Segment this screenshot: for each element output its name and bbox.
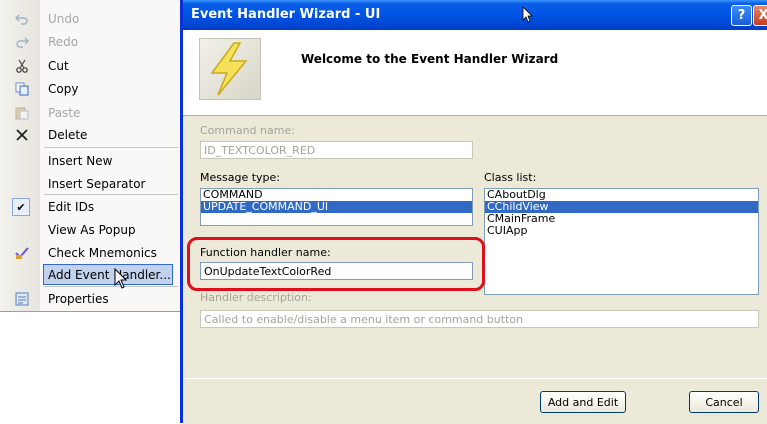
command-name-label: Command name:: [200, 124, 295, 137]
list-item[interactable]: CUIApp: [485, 225, 758, 237]
help-button[interactable]: ?: [731, 5, 752, 26]
menu-item-insert-new[interactable]: Insert New: [0, 150, 180, 172]
menu-item-label: Undo: [48, 12, 80, 26]
menu-separator: [44, 194, 178, 195]
redo-icon: [14, 34, 30, 50]
menu-separator: [44, 147, 178, 148]
menu-item-paste[interactable]: Paste: [0, 102, 180, 124]
add-and-edit-button[interactable]: Add and Edit: [540, 391, 626, 413]
checkmark-icon: ✔: [12, 198, 30, 216]
copy-icon: [14, 81, 30, 97]
delete-x-icon: [14, 127, 30, 143]
menu-item-undo[interactable]: Undo: [0, 8, 180, 30]
title-bar[interactable]: Event Handler Wizard - UI ? X: [183, 0, 767, 30]
undo-icon: [14, 11, 30, 27]
menu-item-cut[interactable]: Cut: [0, 55, 180, 77]
menu-item-check-mnemonics[interactable]: Check Mnemonics: [0, 242, 180, 264]
banner-title: Welcome to the Event Handler Wizard: [301, 52, 559, 66]
menu-item-label: Add Event Handler...: [48, 268, 171, 282]
list-item-selected[interactable]: UPDATE_COMMAND_UI: [201, 201, 472, 213]
handler-description-label: Handler description:: [200, 291, 312, 304]
properties-icon: [14, 291, 30, 307]
menu-item-edit-ids[interactable]: ✔ Edit IDs: [0, 196, 180, 218]
check-mnemonics-icon: [14, 245, 30, 261]
menu-item-label: Check Mnemonics: [48, 246, 157, 260]
scissors-icon: [14, 58, 30, 74]
dialog-title: Event Handler Wizard - UI: [191, 7, 381, 22]
menu-item-delete[interactable]: Delete: [0, 124, 180, 146]
menu-item-label: View As Popup: [48, 223, 136, 237]
class-list[interactable]: CAboutDlg CChildView CMainFrame CUIApp: [484, 188, 759, 295]
mouse-pointer-icon: [522, 6, 533, 23]
message-type-list[interactable]: COMMAND UPDATE_COMMAND_UI: [200, 188, 473, 226]
menu-item-insert-separator[interactable]: Insert Separator: [0, 173, 180, 195]
cancel-button[interactable]: Cancel: [689, 391, 759, 413]
menu-item-label: Insert Separator: [48, 177, 146, 191]
menu-item-add-event-handler[interactable]: Add Event Handler...: [0, 264, 180, 286]
menu-item-redo[interactable]: Redo: [0, 31, 180, 53]
menu-item-label: Redo: [48, 35, 79, 49]
handler-description-field: Called to enable/disable a menu item or …: [200, 310, 759, 328]
message-type-label: Message type:: [200, 171, 280, 184]
close-button[interactable]: X: [753, 5, 767, 26]
menu-item-label: Edit IDs: [48, 200, 95, 214]
mouse-pointer-icon: [114, 268, 128, 289]
menu-item-properties[interactable]: Properties: [0, 288, 180, 310]
wizard-banner: Welcome to the Event Handler Wizard: [183, 30, 767, 116]
command-name-field: ID_TEXTCOLOR_RED: [200, 141, 473, 159]
dialog-footer: Add and Edit Cancel: [183, 378, 767, 424]
menu-item-label: Delete: [48, 128, 88, 142]
menu-item-label: Paste: [48, 106, 81, 120]
menu-item-label: Copy: [48, 82, 79, 96]
menu-separator: [44, 286, 178, 287]
highlight-annotation: [187, 237, 485, 291]
event-handler-wizard-dialog: Event Handler Wizard - UI ? X Welcome to…: [180, 0, 767, 424]
paste-icon: [14, 105, 30, 121]
menu-item-label: Insert New: [48, 154, 113, 168]
menu-item-copy[interactable]: Copy: [0, 78, 180, 100]
menu-item-label: Cut: [48, 59, 69, 73]
class-list-label: Class list:: [484, 171, 537, 184]
menu-item-view-as-popup[interactable]: View As Popup: [0, 219, 180, 241]
context-menu: Undo Redo Cut Copy Paste Delete Insert N…: [0, 0, 181, 312]
lightning-bolt-icon: [199, 38, 261, 100]
menu-item-label: Properties: [48, 292, 109, 306]
